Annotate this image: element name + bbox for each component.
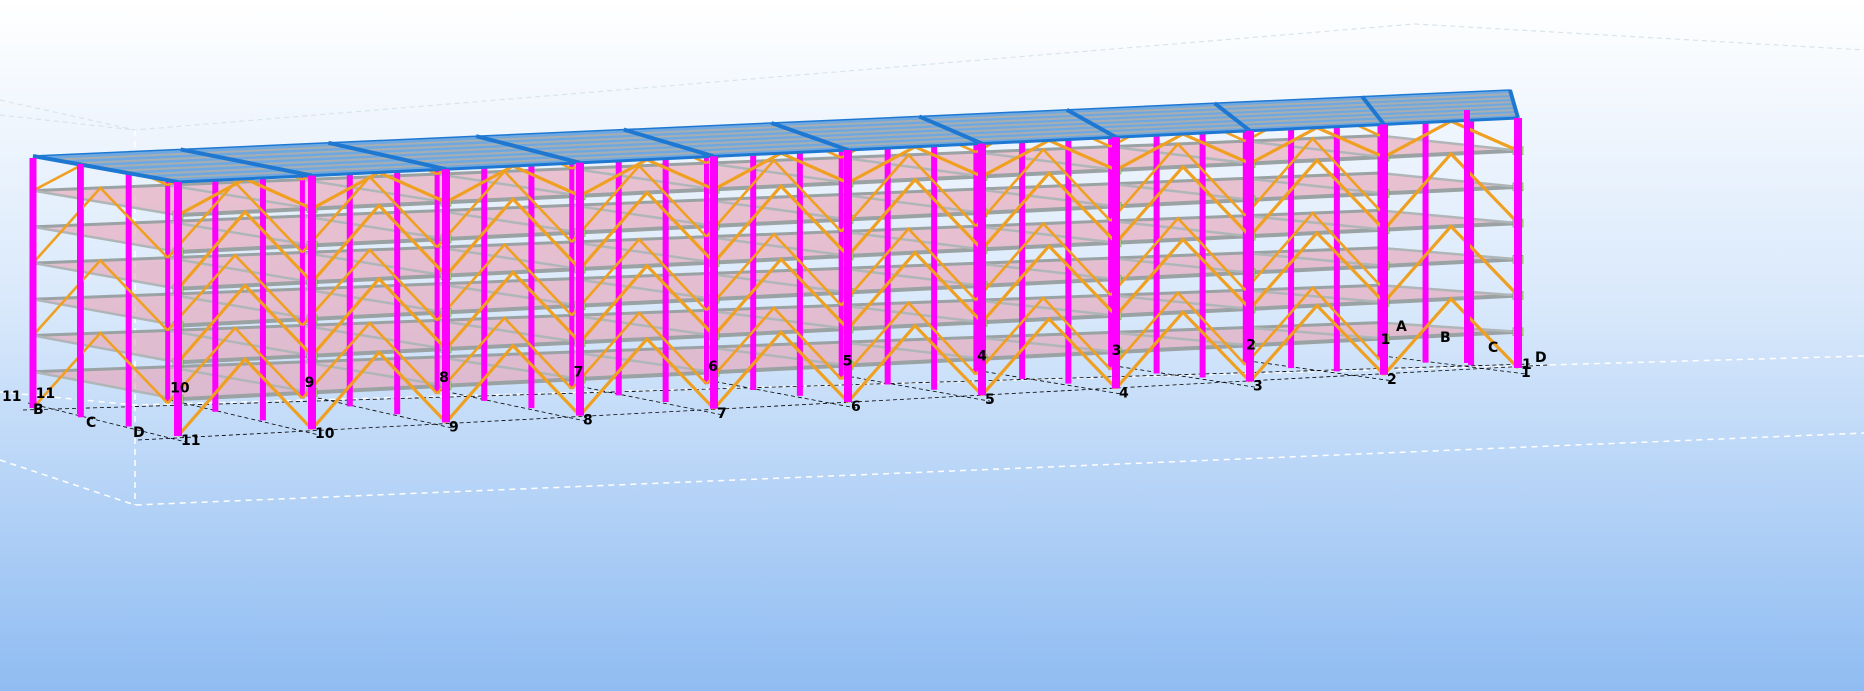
grid-label-back: 1 bbox=[1381, 332, 1391, 348]
grid-label-row: A bbox=[1396, 319, 1407, 335]
grid-label-front: 10 bbox=[315, 426, 335, 442]
grid-label-back: 11 bbox=[36, 386, 55, 402]
steel-structure-scene[interactable]: 11111010998877665544332211ABCDBCD111 bbox=[0, 0, 1864, 691]
grid-label-row: C bbox=[1488, 340, 1498, 356]
grid-label-front: 9 bbox=[449, 419, 459, 435]
grid-label-row: B bbox=[33, 402, 44, 418]
grid-label-back: 10 bbox=[170, 380, 190, 396]
grid-label-back: 2 bbox=[1246, 338, 1256, 354]
grid-label-back: 6 bbox=[708, 359, 718, 375]
3d-model-viewport[interactable]: 11 11 10 10 9 9 8 8 7 7 6 6 5 5 4 4 3 3 2 2 1 1 A B C D B C D 11 1 bbox=[0, 0, 1864, 691]
grid-label-back: 4 bbox=[977, 348, 987, 364]
grid-label-front: 4 bbox=[1119, 385, 1129, 401]
grid-label-front: 11 bbox=[181, 433, 200, 449]
grid-label-front: 2 bbox=[1387, 372, 1397, 388]
grid-label-end-left: 11 bbox=[2, 389, 21, 405]
grid-label-end-right: 1 bbox=[1522, 357, 1532, 373]
grid-label-back: 9 bbox=[305, 375, 315, 391]
grid-label-back: 5 bbox=[843, 354, 853, 370]
grid-label-back: 7 bbox=[574, 364, 584, 380]
grid-label-row: B bbox=[1440, 330, 1451, 346]
grid-label-front: 7 bbox=[717, 406, 727, 422]
grid-label-front: 5 bbox=[985, 392, 995, 408]
grid-label-row: D bbox=[133, 425, 145, 441]
grid-label-front: 8 bbox=[583, 413, 593, 429]
grid-label-row: C bbox=[86, 415, 96, 431]
grid-label-row: D bbox=[1535, 350, 1547, 366]
grid-label-front: 3 bbox=[1253, 379, 1263, 395]
grid-label-front: 6 bbox=[851, 399, 861, 415]
grid-label-back: 3 bbox=[1112, 343, 1122, 359]
grid-label-back: 8 bbox=[439, 370, 449, 386]
